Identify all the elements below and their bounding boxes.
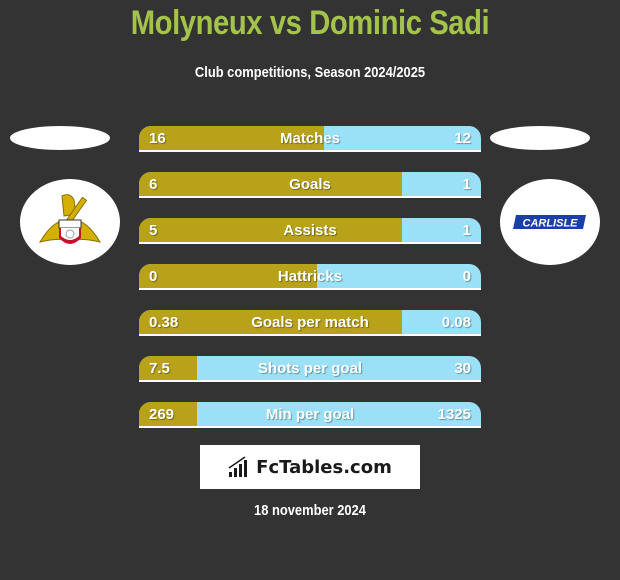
- date-label: 18 november 2024: [254, 502, 366, 519]
- left-value: 7.5: [149, 360, 170, 377]
- carlisle-logo-text: CARLISLE: [523, 218, 579, 230]
- left-value: 0.38: [149, 314, 179, 331]
- stat-row-min-per-goal: Min per goal 269 1325: [139, 402, 481, 428]
- page-title: Molyneux vs Dominic Sadi: [130, 4, 490, 42]
- stat-label: Goals per match: [251, 314, 369, 331]
- right-value: 0: [462, 268, 471, 285]
- stat-row-hattricks: Hattricks 0 0: [139, 264, 481, 290]
- stat-row-matches: Matches 16 12: [139, 126, 481, 152]
- carlisle-logo-icon: CARLISLE: [513, 215, 586, 230]
- page-subtitle: Club competitions, Season 2024/2025: [194, 64, 426, 81]
- left-value: 16: [149, 130, 166, 147]
- doncaster-crest-icon: [38, 194, 102, 244]
- right-value: 1: [462, 176, 471, 193]
- left-value: 5: [149, 222, 158, 239]
- stat-label: Matches: [279, 130, 341, 147]
- brand-text: FcTables.com: [256, 456, 392, 478]
- left-value: 269: [149, 406, 175, 423]
- right-club-logo[interactable]: CARLISLE: [500, 179, 600, 265]
- stat-row-assists: Assists 5 1: [139, 218, 481, 244]
- right-value: 0.08: [441, 314, 471, 331]
- left-value: 6: [149, 176, 158, 193]
- stat-label: Goals: [289, 176, 331, 193]
- stat-row-goals-per-match: Goals per match 0.38 0.08: [139, 310, 481, 336]
- right-value: 12: [454, 130, 471, 147]
- bar-chart-icon: [228, 456, 248, 477]
- left-value: 0: [149, 268, 158, 285]
- stat-row-shots-per-goal: Shots per goal 7.5 30: [139, 356, 481, 382]
- stat-label: Assists: [283, 222, 337, 239]
- fctables-brand[interactable]: FcTables.com: [200, 445, 420, 489]
- left-club-logo[interactable]: [20, 179, 120, 265]
- right-player-oval: [490, 126, 590, 150]
- stat-label: Hattricks: [277, 268, 343, 285]
- right-value: 1: [462, 222, 471, 239]
- left-player-oval: [10, 126, 110, 150]
- right-value: 30: [454, 360, 471, 377]
- stat-row-goals: Goals 6 1: [139, 172, 481, 198]
- right-value: 1325: [437, 406, 471, 423]
- stat-label: Shots per goal: [257, 360, 363, 377]
- stat-label: Min per goal: [265, 406, 355, 423]
